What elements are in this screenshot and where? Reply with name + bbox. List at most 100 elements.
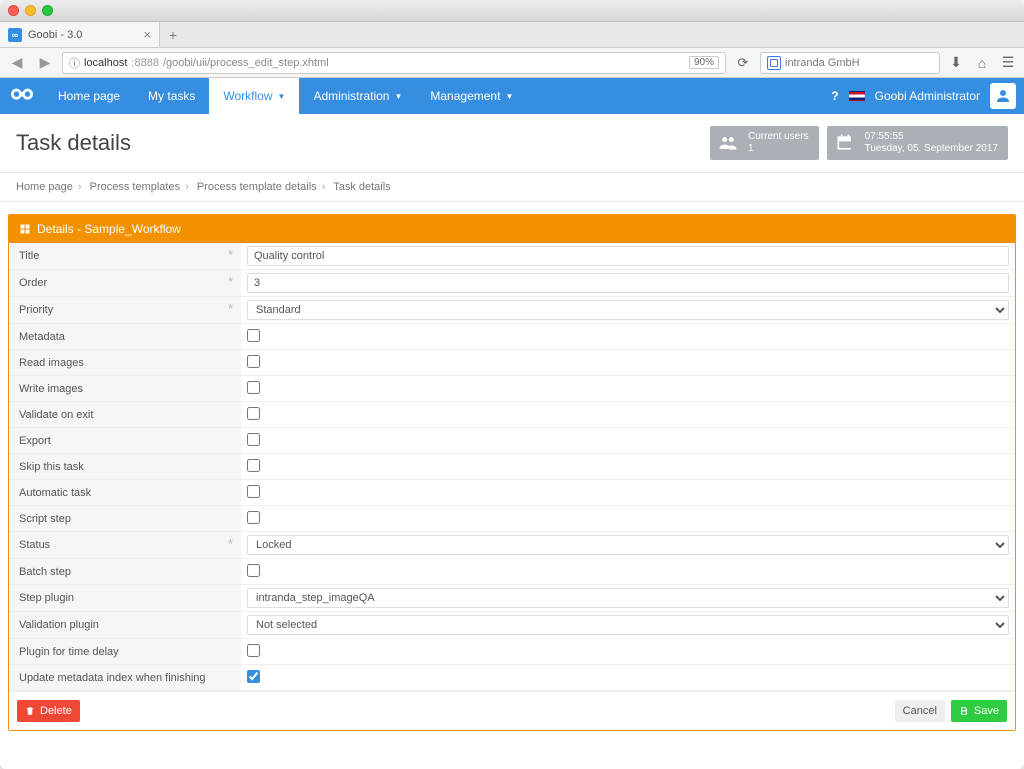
home-icon[interactable]: ⌂ — [972, 55, 992, 71]
label-script-step: Script step — [19, 513, 71, 525]
automatic-task-checkbox[interactable] — [247, 485, 260, 498]
trash-icon — [25, 706, 35, 716]
app-topnav: Home page My tasks Workflow▼ Administrat… — [0, 78, 1024, 114]
metadata-checkbox[interactable] — [247, 329, 260, 342]
window-titlebar — [0, 0, 1024, 22]
users-icon — [716, 131, 740, 155]
reload-icon[interactable]: ⟳ — [732, 55, 754, 71]
users-count: 1 — [748, 143, 809, 155]
current-users-widget[interactable]: Current users1 — [710, 126, 819, 160]
download-icon[interactable]: ⬇ — [946, 54, 966, 71]
save-icon — [959, 706, 969, 716]
content-area: Details - Sample_Workflow Title * Order * … — [0, 202, 1024, 769]
title-input[interactable] — [247, 246, 1009, 266]
label-read-images: Read images — [19, 357, 84, 369]
browser-tabs: ∞ Goobi - 3.0 × + — [0, 22, 1024, 48]
nav-home[interactable]: Home page — [44, 78, 134, 114]
panel-body: Title * Order * Priority * Standard Metadata… — [9, 243, 1015, 730]
url-path: /goobi/uii/process_edit_step.xhtml — [163, 57, 329, 69]
nav-forward-icon[interactable]: ▶ — [34, 54, 56, 71]
details-panel: Details - Sample_Workflow Title * Order * … — [8, 214, 1016, 731]
validation-plugin-select[interactable]: Not selected — [247, 615, 1009, 635]
breadcrumb: Home page› Process templates› Process te… — [0, 172, 1024, 202]
label-priority: Priority — [19, 304, 53, 316]
batch-step-checkbox[interactable] — [247, 564, 260, 577]
new-tab-button[interactable]: + — [160, 22, 186, 47]
time-value: 07:55:55 — [865, 131, 998, 143]
export-checkbox[interactable] — [247, 433, 260, 446]
browser-search[interactable]: intranda GmbH — [760, 52, 940, 74]
nav-administration[interactable]: Administration▼ — [299, 78, 416, 114]
app-logo-icon[interactable] — [0, 78, 44, 114]
plugin-time-delay-checkbox[interactable] — [247, 644, 260, 657]
label-update-metadata: Update metadata index when finishing — [19, 672, 206, 684]
nav-management[interactable]: Management▼ — [416, 78, 527, 114]
required-icon: * — [228, 301, 233, 316]
validate-on-exit-checkbox[interactable] — [247, 407, 260, 420]
page-header: Task details Current users1 07:55:55Tues… — [0, 114, 1024, 172]
script-step-checkbox[interactable] — [247, 511, 260, 524]
label-automatic-task: Automatic task — [19, 487, 91, 499]
label-export: Export — [19, 435, 51, 447]
zoom-badge: 90% — [689, 56, 719, 69]
delete-button[interactable]: Delete — [17, 700, 80, 722]
priority-select[interactable]: Standard — [247, 300, 1009, 320]
panel-header: Details - Sample_Workflow — [9, 215, 1015, 243]
crumb-templates[interactable]: Process templates — [90, 181, 180, 193]
status-select[interactable]: Locked — [247, 535, 1009, 555]
label-plugin-time-delay: Plugin for time delay — [19, 646, 119, 658]
panel-title: Details - Sample_Workflow — [37, 222, 181, 236]
label-skip-this-task: Skip this task — [19, 461, 84, 473]
nav-back-icon[interactable]: ◀ — [6, 54, 28, 71]
users-label: Current users — [748, 131, 809, 143]
nav-my-tasks[interactable]: My tasks — [134, 78, 209, 114]
panel-grid-icon — [19, 223, 31, 235]
browser-tab[interactable]: ∞ Goobi - 3.0 × — [0, 22, 160, 47]
skip-task-checkbox[interactable] — [247, 459, 260, 472]
label-validate-on-exit: Validate on exit — [19, 409, 93, 421]
chevron-down-icon: ▼ — [278, 92, 286, 101]
address-bar[interactable]: ⓘ localhost :8888/goobi/uii/process_edit_… — [62, 52, 726, 74]
update-metadata-checkbox[interactable] — [247, 670, 260, 683]
label-batch-step: Batch step — [19, 566, 71, 578]
tab-close-icon[interactable]: × — [143, 27, 151, 42]
chevron-down-icon: ▼ — [394, 92, 402, 101]
label-status: Status — [19, 539, 50, 551]
crumb-home[interactable]: Home page — [16, 181, 73, 193]
label-validation-plugin: Validation plugin — [19, 619, 99, 631]
calendar-icon — [833, 131, 857, 155]
window-zoom-icon[interactable] — [42, 5, 53, 16]
datetime-widget[interactable]: 07:55:55Tuesday, 05. September 2017 — [827, 126, 1008, 160]
write-images-checkbox[interactable] — [247, 381, 260, 394]
read-images-checkbox[interactable] — [247, 355, 260, 368]
language-flag-icon[interactable] — [849, 91, 865, 101]
search-engine-icon — [767, 56, 781, 70]
nav-workflow[interactable]: Workflow▼ — [209, 78, 299, 114]
label-order: Order — [19, 277, 47, 289]
url-host: localhost — [84, 57, 127, 69]
tab-title: Goobi - 3.0 — [28, 29, 82, 41]
window-close-icon[interactable] — [8, 5, 19, 16]
step-plugin-select[interactable]: intranda_step_imageQA — [247, 588, 1009, 608]
browser-toolbar: ◀ ▶ ⓘ localhost :8888/goobi/uii/process_e… — [0, 48, 1024, 78]
cancel-button[interactable]: Cancel — [895, 700, 945, 722]
panel-footer: Delete Cancel Save — [9, 691, 1015, 730]
label-title: Title — [19, 250, 39, 262]
help-icon[interactable]: ? — [831, 89, 838, 103]
save-button[interactable]: Save — [951, 700, 1007, 722]
required-icon: * — [228, 247, 233, 262]
menu-icon[interactable]: ☰ — [998, 54, 1018, 71]
info-icon: ⓘ — [69, 55, 80, 71]
label-metadata: Metadata — [19, 331, 65, 343]
crumb-template-details[interactable]: Process template details — [197, 181, 317, 193]
url-port: :8888 — [131, 57, 159, 69]
label-write-images: Write images — [19, 383, 83, 395]
search-placeholder: intranda GmbH — [785, 57, 860, 69]
label-step-plugin: Step plugin — [19, 592, 74, 604]
crumb-current: Task details — [333, 181, 390, 193]
window-minimize-icon[interactable] — [25, 5, 36, 16]
order-input[interactable] — [247, 273, 1009, 293]
date-value: Tuesday, 05. September 2017 — [865, 143, 998, 155]
user-avatar-icon[interactable] — [990, 83, 1016, 109]
required-icon: * — [228, 274, 233, 289]
